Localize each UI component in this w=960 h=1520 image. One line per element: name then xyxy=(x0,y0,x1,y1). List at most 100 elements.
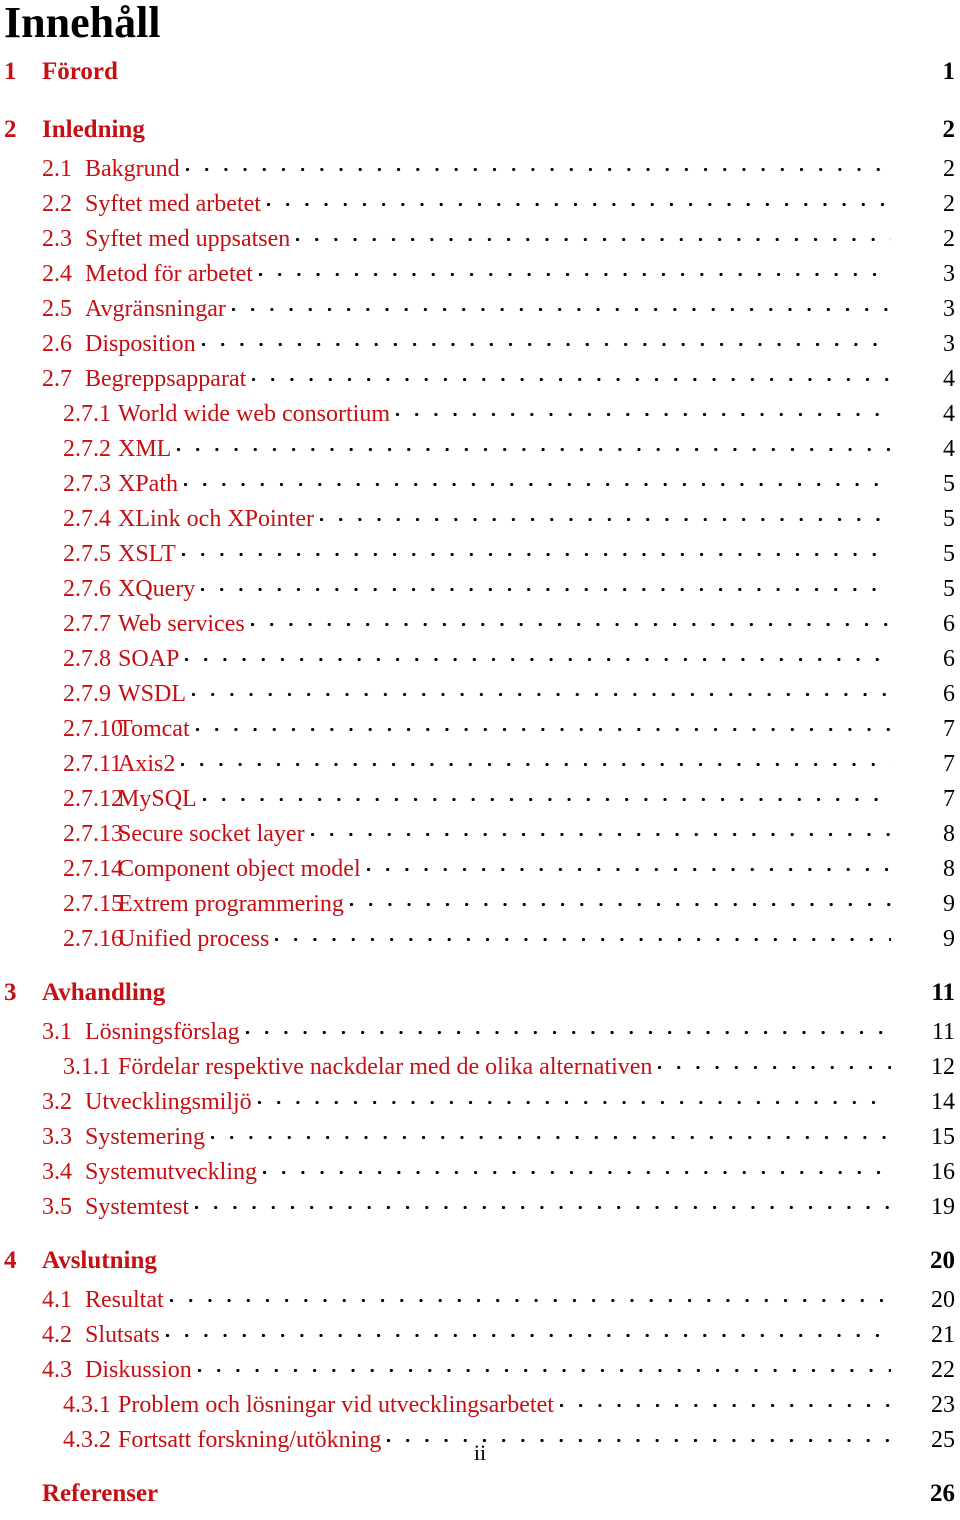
toc-entry[interactable]: 2.7 Begreppsapparat 4 xyxy=(0,366,960,401)
toc-entry[interactable]: 4.1 Resultat 20 xyxy=(0,1287,960,1322)
toc-entry[interactable]: 2.5 Avgränsningar 3 xyxy=(0,296,960,331)
toc-entry-title: Unified process xyxy=(118,926,270,952)
toc-entry[interactable]: 2.4 Metod för arbetet 3 xyxy=(0,261,960,296)
dot-leader xyxy=(202,790,891,806)
dot-leader xyxy=(250,615,891,631)
toc-entry-page-number: 5 xyxy=(943,541,955,567)
dot-leader xyxy=(275,930,891,946)
toc-entry-number: 2.7.2 xyxy=(63,436,111,462)
toc-entry[interactable]: 4.3.1 Problem och lösningar vid utvecklin… xyxy=(0,1392,960,1427)
toc-entry-page-number: 8 xyxy=(943,856,955,882)
toc-entry-page-number: 4 xyxy=(943,366,955,392)
dot-leader xyxy=(262,1163,891,1179)
dot-leader xyxy=(559,1396,891,1412)
toc-page: Innehåll 1 Förord 1 2 Inledning 2 2.1 Bakgrund 2… xyxy=(0,0,960,1507)
toc-entry[interactable]: Referenser 26 xyxy=(0,1480,960,1520)
dot-leader xyxy=(349,895,891,911)
toc-entry[interactable]: 3.2 Utvecklingsmiljö 14 xyxy=(0,1089,960,1124)
toc-entry[interactable]: 2.7.16 Unified process 9 xyxy=(0,926,960,961)
toc-entry-title: Resultat xyxy=(85,1287,164,1313)
dot-leader xyxy=(296,230,891,246)
dot-leader xyxy=(184,475,891,491)
toc-entry-title: XQuery xyxy=(118,576,196,602)
toc-entry[interactable]: 2 Inledning 2 xyxy=(0,116,960,156)
toc-entry-title: XPath xyxy=(118,471,178,497)
dot-leader xyxy=(171,984,891,1000)
dot-leader xyxy=(319,510,891,526)
toc-entry-number: 2.7.10 xyxy=(63,716,123,742)
toc-entry-page-number: 3 xyxy=(943,296,955,322)
toc-entry-number: 2.6 xyxy=(42,331,72,357)
toc-entry-page-number: 16 xyxy=(931,1159,955,1185)
toc-entry[interactable]: 2.7.2 XML 4 xyxy=(0,436,960,471)
toc-entry-number: 3.5 xyxy=(42,1194,72,1220)
toc-entry-page-number: 11 xyxy=(931,979,955,1006)
toc-entry[interactable]: 2.7.1 World wide web consortium 4 xyxy=(0,401,960,436)
toc-entry[interactable]: 2.7.14 Component object model 8 xyxy=(0,856,960,891)
toc-entry-title: XLink och XPointer xyxy=(118,506,314,532)
toc-entry-number: 2.2 xyxy=(42,191,72,217)
toc-entry-number: 2.5 xyxy=(42,296,72,322)
toc-entry-number: 2.7.3 xyxy=(63,471,111,497)
toc-entry[interactable]: 3.4 Systemutveckling 16 xyxy=(0,1159,960,1194)
toc-entry[interactable]: 4 Avslutning 20 xyxy=(0,1247,960,1287)
toc-entry-title: Axis2 xyxy=(118,751,176,777)
toc-entry[interactable]: 2.7.3 XPath 5 xyxy=(0,471,960,506)
toc-entry[interactable]: 2.6 Disposition 3 xyxy=(0,331,960,366)
toc-entry[interactable]: 2.7.10 Tomcat 7 xyxy=(0,716,960,751)
dot-leader xyxy=(181,545,891,561)
dot-leader xyxy=(257,1093,891,1109)
toc-entry[interactable]: 3.5 Systemtest 19 xyxy=(0,1194,960,1229)
dot-leader xyxy=(185,650,891,666)
toc-entry-number: 2.7.11 xyxy=(63,751,123,777)
toc-entry-title: Tomcat xyxy=(118,716,190,742)
toc-entry[interactable]: 2.7.13 Secure socket layer 8 xyxy=(0,821,960,856)
dot-leader xyxy=(181,755,891,771)
toc-entry[interactable]: 2.7.12 MySQL 7 xyxy=(0,786,960,821)
toc-entry[interactable]: 3 Avhandling 11 xyxy=(0,979,960,1019)
toc-entry-page-number: 9 xyxy=(943,926,955,952)
dot-leader xyxy=(231,300,891,316)
toc-entry-number: 3.2 xyxy=(42,1089,72,1115)
toc-entry[interactable]: 3.1 Lösningsförslag 11 xyxy=(0,1019,960,1054)
toc-entry-list: 1 Förord 1 2 Inledning 2 2.1 Bakgrund 2 2.2 Syftet… xyxy=(0,58,960,1520)
toc-entry[interactable]: 2.7.4 XLink och XPointer 5 xyxy=(0,506,960,541)
toc-entry[interactable]: 2.7.15 Extrem programmering 9 xyxy=(0,891,960,926)
toc-entry[interactable]: 4.2 Slutsats 21 xyxy=(0,1322,960,1357)
dot-leader xyxy=(396,405,891,421)
toc-entry[interactable]: 2.7.11 Axis2 7 xyxy=(0,751,960,786)
toc-entry-number: 4.3 xyxy=(42,1357,72,1383)
toc-entry[interactable]: 2.7.8 SOAP 6 xyxy=(0,646,960,681)
toc-entry-page-number: 3 xyxy=(943,261,955,287)
toc-entry-number: 4.1 xyxy=(42,1287,72,1313)
toc-entry[interactable]: 3.1.1 Fördelar respektive nackdelar med d… xyxy=(0,1054,960,1089)
toc-entry-number: 2.7 xyxy=(42,366,72,392)
toc-entry-number: 2.7.5 xyxy=(63,541,111,567)
toc-entry-page-number: 15 xyxy=(931,1124,955,1150)
toc-entry[interactable]: 1 Förord 1 xyxy=(0,58,960,98)
dot-leader xyxy=(163,1252,891,1268)
toc-entry[interactable]: 2.7.6 XQuery 5 xyxy=(0,576,960,611)
toc-entry-number: 4 xyxy=(4,1247,17,1274)
toc-entry[interactable]: 2.2 Syftet med arbetet 2 xyxy=(0,191,960,226)
toc-entry[interactable]: 4.3 Diskussion 22 xyxy=(0,1357,960,1392)
toc-entry-title: Inledning xyxy=(42,116,145,143)
toc-entry-page-number: 1 xyxy=(942,58,956,85)
toc-entry-title: Diskussion xyxy=(85,1357,192,1383)
toc-entry[interactable]: 2.3 Syftet med uppsatsen 2 xyxy=(0,226,960,261)
dot-leader xyxy=(201,335,891,351)
toc-entry-page-number: 19 xyxy=(931,1194,955,1220)
toc-entry[interactable]: 2.7.9 WSDL 6 xyxy=(0,681,960,716)
toc-entry-title: Secure socket layer xyxy=(118,821,305,847)
dot-leader xyxy=(258,265,891,281)
toc-entry[interactable]: 3.3 Systemering 15 xyxy=(0,1124,960,1159)
toc-entry-title: Systemtest xyxy=(85,1194,190,1220)
toc-entry-title: Lösningsförslag xyxy=(85,1019,240,1045)
toc-entry-number: 3.4 xyxy=(42,1159,72,1185)
toc-entry[interactable]: 2.7.7 Web services 6 xyxy=(0,611,960,646)
toc-entry-page-number: 23 xyxy=(931,1392,955,1418)
toc-entry[interactable]: 2.7.5 XSLT 5 xyxy=(0,541,960,576)
toc-entry[interactable]: 2.1 Bakgrund 2 xyxy=(0,156,960,191)
toc-entry-number: 2.7.12 xyxy=(63,786,123,812)
toc-entry-title: Avhandling xyxy=(42,979,166,1006)
